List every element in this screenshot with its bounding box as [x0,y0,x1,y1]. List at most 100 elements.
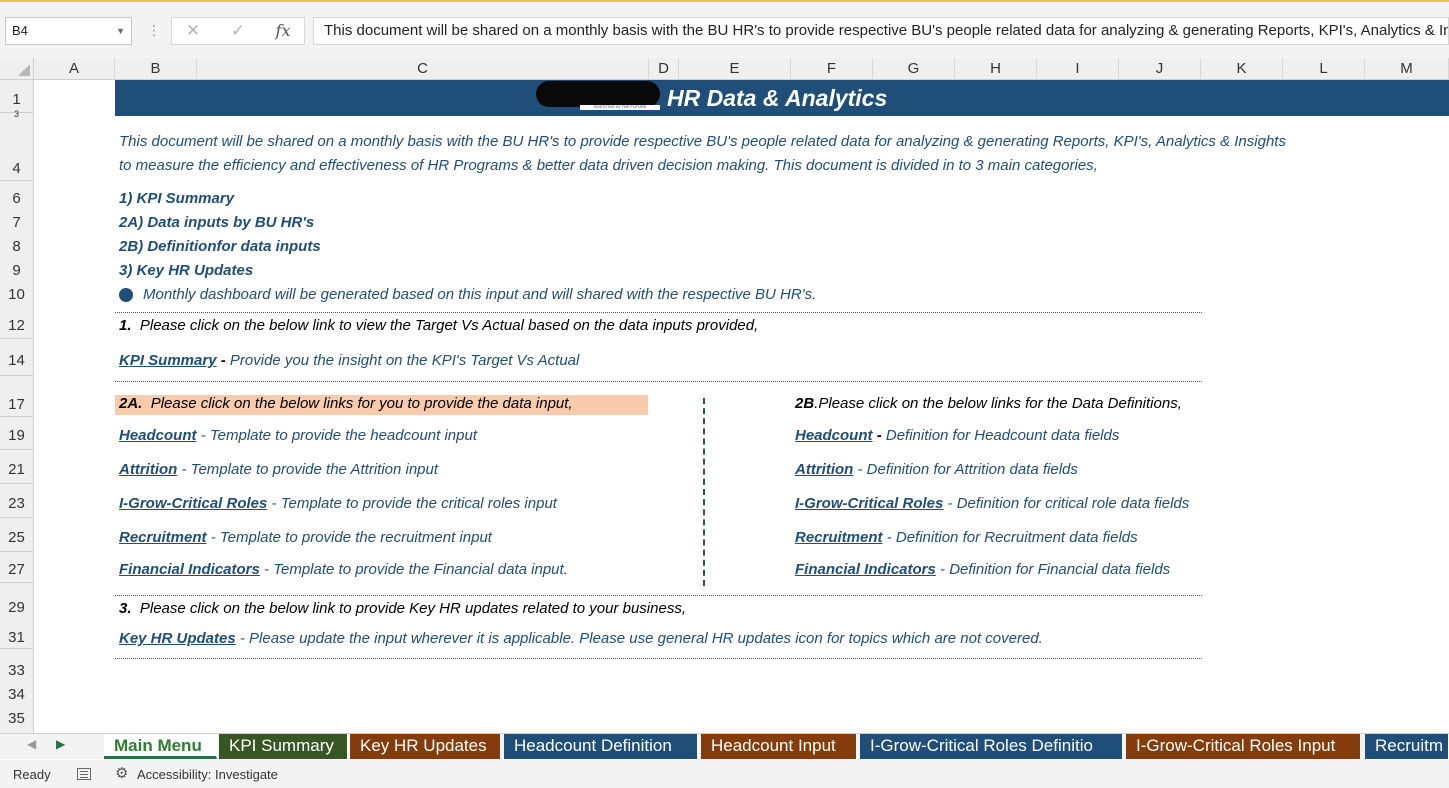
row-header[interactable]: 9 [0,262,33,279]
page-title: HR Data & Analytics [667,85,888,111]
row-header[interactable]: 3 [0,109,33,117]
section-1-number: 1. [119,317,132,334]
dotted-divider [115,381,1202,382]
financial-input-link[interactable]: Financial Indicators [119,561,260,578]
tab-critical-roles-input[interactable]: I-Grow-Critical Roles Input [1126,734,1361,759]
tab-key-hr-updates[interactable]: Key HR Updates [350,734,501,759]
section-2a-heading: 2A. Please click on the below links for … [119,395,573,412]
more-options-icon: ⋮ [147,22,161,38]
enter-check-icon[interactable]: ✓ [223,18,253,44]
row-header[interactable]: 35 [0,710,33,727]
row-header[interactable]: 23 [0,495,33,512]
financial-input-desc: - Template to provide the Financial data… [264,561,568,578]
row-header[interactable]: 10 [0,286,33,303]
scroll-tabs-left-icon[interactable]: ◀ [27,737,36,751]
select-all-corner[interactable] [0,58,34,80]
recruitment-definition-link[interactable]: Recruitment [795,529,883,546]
row-header[interactable]: 33 [0,662,33,679]
row-header[interactable]: 6 [0,190,33,207]
name-box[interactable]: B4 ▼ [5,17,132,45]
accessibility-status[interactable]: Accessibility: Investigate [137,767,278,782]
section-1-text: Please click on the below link to view t… [139,317,759,334]
column-header-h[interactable]: H [955,58,1037,80]
key-hr-updates-desc: - Please update the input wherever it is… [239,630,1043,647]
row-header[interactable]: 25 [0,529,33,546]
chevron-down-icon[interactable]: ▼ [116,18,125,44]
row-header[interactable]: 12 [0,317,33,334]
row-header[interactable]: 14 [0,352,33,369]
input-item-headcount: Headcount - Template to provide the head… [119,427,477,444]
column-header-j[interactable]: J [1119,58,1201,80]
section-2b-heading: 2B.Please click on the below links for t… [795,395,1182,412]
column-header-i[interactable]: I [1037,58,1119,80]
attrition-definition-link[interactable]: Attrition [795,461,853,478]
macro-recording-icon[interactable] [77,768,91,780]
accessibility-icon[interactable]: ⚙ [115,764,128,782]
row-divider [0,483,33,484]
kpi-summary-link[interactable]: KPI Summary [119,352,217,369]
tab-headcount-definition[interactable]: Headcount Definition [504,734,698,759]
row-divider [0,551,33,552]
row-header[interactable]: 34 [0,686,33,703]
section-2b-number: 2B [795,395,815,412]
tab-main-menu[interactable]: Main Menu [104,734,217,759]
column-header-l[interactable]: L [1283,58,1365,80]
cancel-icon[interactable]: ✕ [178,18,208,44]
formula-input[interactable]: This document will be shared on a monthl… [313,17,1449,45]
key-hr-updates-link[interactable]: Key HR Updates [119,630,236,647]
tab-critical-roles-definition[interactable]: I-Grow-Critical Roles Definitio [860,734,1123,759]
critical-roles-input-desc: - Template to provide the critical roles… [271,495,557,512]
column-header-c[interactable]: C [197,58,649,80]
category-kpi-summary: 1) KPI Summary [119,190,235,207]
critical-roles-input-link[interactable]: I-Grow-Critical Roles [119,495,267,512]
definition-item-headcount: Headcount - Definition for Headcount dat… [795,427,1119,444]
attrition-input-link[interactable]: Attrition [119,461,177,478]
tab-recruitment[interactable]: Recruitm [1365,734,1449,759]
row-header[interactable]: 31 [0,629,33,646]
row-header[interactable]: 7 [0,214,33,231]
definition-item-critical-roles: I-Grow-Critical Roles - Definition for c… [795,495,1189,512]
category-data-inputs: 2A) Data inputs by BU HR's [119,214,315,231]
column-header-a[interactable]: A [34,58,115,80]
dotted-divider [115,658,1202,659]
recruitment-input-link[interactable]: Recruitment [119,529,207,546]
row-header[interactable]: 17 [0,396,33,413]
critical-roles-definition-link[interactable]: I-Grow-Critical Roles [795,495,943,512]
row-header[interactable]: 21 [0,461,33,478]
column-header-k[interactable]: K [1201,58,1283,80]
section-3-text: Please click on the below link to provid… [139,600,686,617]
row-header[interactable]: 27 [0,561,33,578]
scroll-tabs-right-icon[interactable]: ▶ [56,737,65,751]
row-header[interactable]: 29 [0,599,33,616]
headcount-input-link[interactable]: Headcount [119,427,197,444]
input-item-financial: Financial Indicators - Template to provi… [119,561,568,578]
excel-window: { "formula_bar": { "name_box": "B4", "fo… [0,0,1449,788]
section-3-number: 3. [119,600,132,617]
key-hr-updates-row: Key HR Updates - Please update the input… [119,630,1043,647]
column-header-f[interactable]: F [791,58,873,80]
recruitment-definition-desc: - Definition for Recruitment data fields [886,529,1138,546]
kpi-summary-desc: Provide you the insight on the KPI's Tar… [229,352,580,369]
row-header[interactable]: 19 [0,427,33,444]
row-header[interactable]: 4 [0,160,33,177]
row-divider [0,582,33,583]
headcount-definition-separator: - [876,427,882,444]
column-header-g[interactable]: G [873,58,955,80]
headcount-input-desc: - Template to provide the headcount inpu… [200,427,477,444]
tab-headcount-input[interactable]: Headcount Input [701,734,857,759]
column-header-m[interactable]: M [1365,58,1449,80]
row-headers: 1 3 4 6 7 8 9 10 12 14 17 19 21 23 25 27… [0,80,34,733]
financial-definition-desc: - Definition for Financial data fields [940,561,1171,578]
column-header-e[interactable]: E [679,58,791,80]
financial-definition-link[interactable]: Financial Indicators [795,561,936,578]
input-item-recruitment: Recruitment - Template to provide the re… [119,529,492,546]
row-header[interactable]: 8 [0,238,33,255]
row-header[interactable]: 1 [0,91,33,108]
column-header-d[interactable]: D [649,58,679,80]
input-item-critical-roles: I-Grow-Critical Roles - Template to prov… [119,495,557,512]
tab-kpi-summary[interactable]: KPI Summary [219,734,348,759]
column-header-b[interactable]: B [115,58,197,80]
headcount-definition-link[interactable]: Headcount [795,427,873,444]
insert-function-icon[interactable]: fx [268,18,298,44]
kpi-summary-row: KPI Summary - Provide you the insight on… [119,352,579,369]
